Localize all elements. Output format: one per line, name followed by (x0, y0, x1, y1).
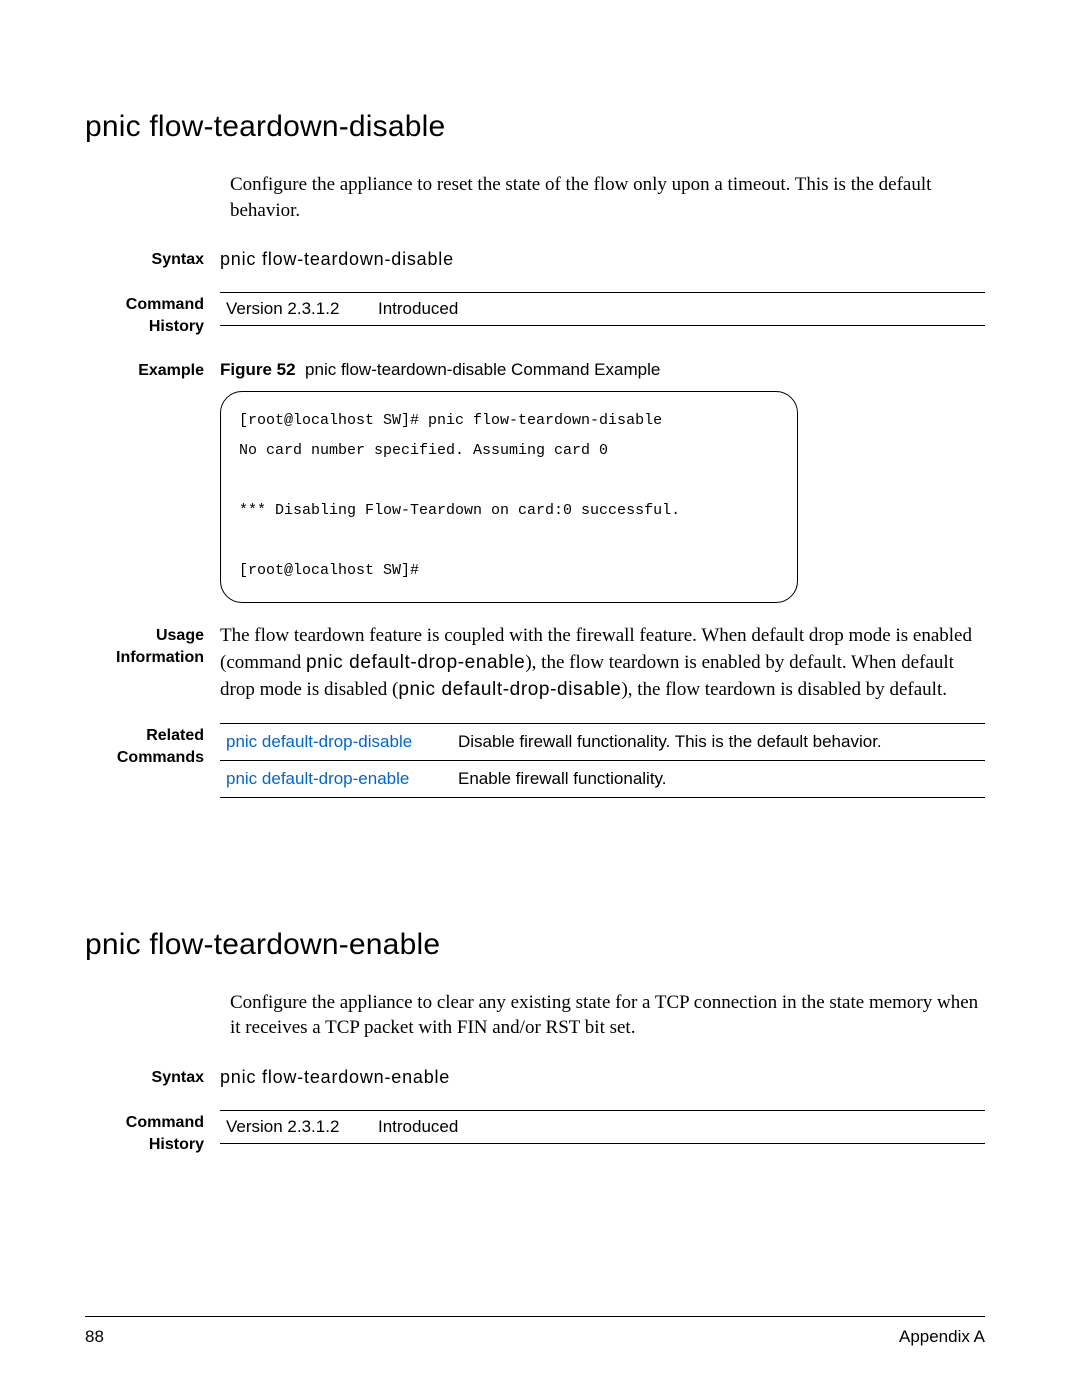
page-number: 88 (85, 1327, 104, 1347)
table-row: pnic default-drop-enable Enable firewall… (220, 761, 985, 798)
history-label: Command History (85, 1110, 220, 1155)
syntax-text: pnic flow-teardown-disable (220, 247, 985, 272)
table-row: Version 2.3.1.2 Introduced (220, 1111, 985, 1144)
page: pnic flow-teardown-disable Configure the… (0, 0, 1080, 1397)
section1-syntax-row: Syntax pnic flow-teardown-disable (85, 247, 985, 272)
related-label: Related Commands (85, 723, 220, 798)
related-table: pnic default-drop-disable Disable firewa… (220, 723, 985, 798)
history-status: Introduced (372, 293, 985, 326)
usage-text: The flow teardown feature is coupled wit… (220, 623, 985, 703)
history-label: Command History (85, 292, 220, 337)
syntax-text: pnic flow-teardown-enable (220, 1065, 985, 1090)
section1-history-row: Command History Version 2.3.1.2 Introduc… (85, 292, 985, 337)
page-footer: 88 Appendix A (85, 1316, 985, 1347)
appendix-label: Appendix A (899, 1327, 985, 1347)
section2-history-row: Command History Version 2.3.1.2 Introduc… (85, 1110, 985, 1155)
code-example: [root@localhost SW]# pnic flow-teardown-… (220, 391, 798, 603)
section2-intro: Configure the appliance to clear any exi… (230, 990, 985, 1041)
example-label: Example (85, 358, 220, 604)
related-content: pnic default-drop-disable Disable firewa… (220, 723, 985, 798)
syntax-label: Syntax (85, 1065, 220, 1090)
history-content: Version 2.3.1.2 Introduced (220, 292, 985, 337)
history-version: Version 2.3.1.2 (220, 293, 372, 326)
history-content: Version 2.3.1.2 Introduced (220, 1110, 985, 1155)
usage-label: Usage Information (85, 623, 220, 703)
history-table: Version 2.3.1.2 Introduced (220, 1110, 985, 1144)
table-row: pnic default-drop-disable Disable firewa… (220, 724, 985, 761)
section1-usage-row: Usage Information The flow teardown feat… (85, 623, 985, 703)
section2-syntax-row: Syntax pnic flow-teardown-enable (85, 1065, 985, 1090)
usage-post: ), the flow teardown is disabled by defa… (621, 679, 947, 700)
usage-cmd1: pnic default-drop-enable (306, 652, 525, 673)
related-desc-1: Enable firewall functionality. (452, 761, 985, 798)
section1-example-row: Example Figure 52 pnic flow-teardown-dis… (85, 358, 985, 604)
history-version: Version 2.3.1.2 (220, 1111, 372, 1144)
related-desc-0: Disable firewall functionality. This is … (452, 724, 985, 761)
section1-intro: Configure the appliance to reset the sta… (230, 172, 985, 223)
related-link-0[interactable]: pnic default-drop-disable (226, 732, 412, 751)
section2-title: pnic flow-teardown-enable (85, 928, 985, 962)
table-row: Version 2.3.1.2 Introduced (220, 293, 985, 326)
syntax-label: Syntax (85, 247, 220, 272)
example-content: Figure 52 pnic flow-teardown-disable Com… (220, 358, 985, 604)
history-table: Version 2.3.1.2 Introduced (220, 292, 985, 326)
usage-cmd2: pnic default-drop-disable (398, 679, 621, 700)
section1-related-row: Related Commands pnic default-drop-disab… (85, 723, 985, 798)
section1-title: pnic flow-teardown-disable (85, 110, 985, 144)
figure-caption-text: pnic flow-teardown-disable Command Examp… (305, 360, 660, 379)
related-link-1[interactable]: pnic default-drop-enable (226, 769, 409, 788)
figure-caption: Figure 52 pnic flow-teardown-disable Com… (220, 358, 985, 382)
history-status: Introduced (372, 1111, 985, 1144)
figure-label: Figure 52 (220, 360, 296, 379)
